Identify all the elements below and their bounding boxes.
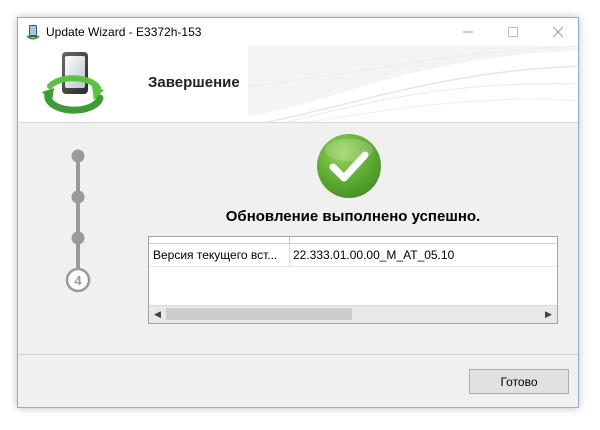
- column-separator[interactable]: [289, 237, 290, 243]
- decorative-swoosh: [248, 46, 578, 122]
- success-message: Обновление выполнено успешно.: [225, 208, 481, 225]
- minimize-button[interactable]: [445, 18, 490, 46]
- success-checkmark-icon: [317, 134, 381, 198]
- update-logo-icon: [42, 52, 104, 114]
- row-value: 22.333.01.00.00_M_AT_05.10: [293, 248, 455, 262]
- step-indicator: 4: [65, 149, 91, 293]
- minimize-icon: [462, 31, 473, 33]
- window-title: Update Wizard - E3372h-153: [46, 25, 202, 39]
- row-label: Версия текущего вст...: [153, 248, 278, 262]
- close-button[interactable]: [535, 18, 580, 46]
- wizard-window: Update Wizard - E3372h-153 Завершение 4 …: [17, 17, 579, 408]
- horizontal-scrollbar[interactable]: ◀ ▶: [149, 305, 557, 323]
- scrollbar-thumb[interactable]: [166, 308, 352, 320]
- step-2-dot: [71, 190, 85, 204]
- close-icon: [552, 27, 563, 37]
- app-icon: [26, 25, 40, 40]
- table-row[interactable]: Версия текущего вст... 22.333.01.00.00_M…: [149, 244, 557, 267]
- done-button[interactable]: Готово: [469, 369, 569, 394]
- step-3-dot: [71, 231, 85, 245]
- listview-header: [149, 237, 557, 244]
- step-4-label: 4: [74, 273, 82, 288]
- step-1-dot: [71, 149, 85, 163]
- details-listview[interactable]: Версия текущего вст... 22.333.01.00.00_M…: [148, 236, 558, 324]
- maximize-button[interactable]: [490, 18, 535, 46]
- page-heading: Завершение: [148, 74, 240, 91]
- footer-divider: [18, 354, 578, 355]
- maximize-icon: [507, 27, 518, 37]
- scroll-right-arrow-icon[interactable]: ▶: [540, 306, 557, 323]
- scroll-left-arrow-icon[interactable]: ◀: [149, 306, 166, 323]
- wizard-header: Завершение: [18, 46, 578, 123]
- title-bar[interactable]: Update Wizard - E3372h-153: [18, 18, 578, 46]
